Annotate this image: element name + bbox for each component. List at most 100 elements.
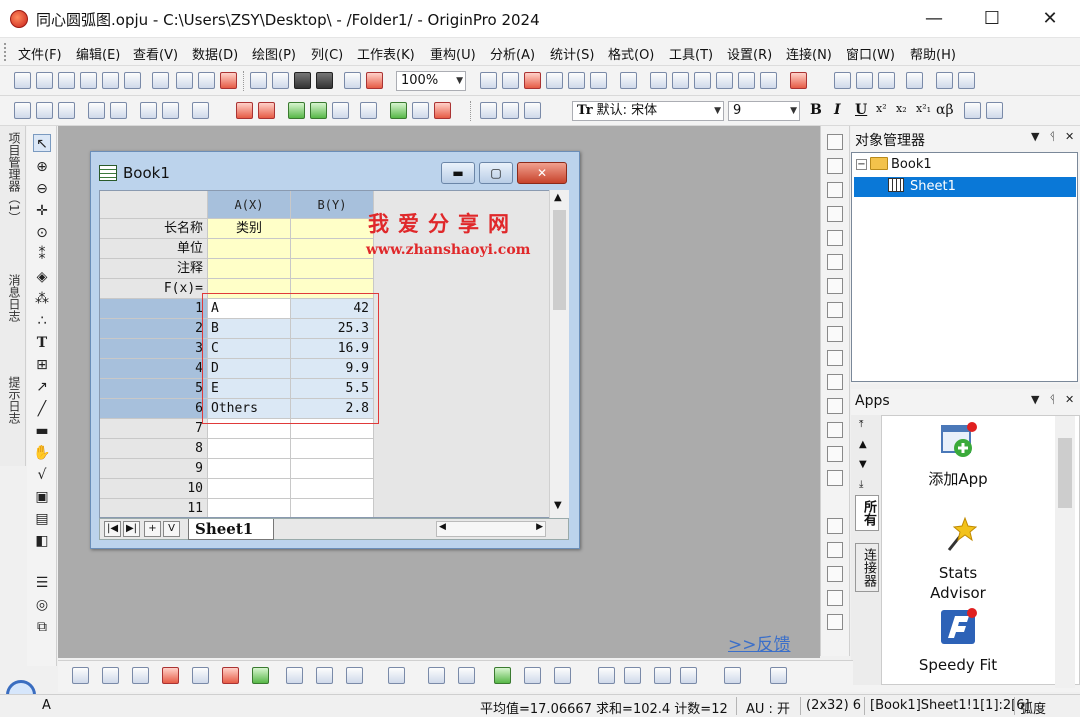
- equation-tool-icon[interactable]: √: [33, 466, 51, 484]
- new-layout-icon[interactable]: [124, 72, 141, 89]
- data-cell-a[interactable]: [208, 479, 291, 499]
- menu-window[interactable]: 窗口(W): [846, 44, 895, 63]
- first-sheet-button[interactable]: |◀: [104, 521, 121, 537]
- template-library-icon[interactable]: [654, 667, 671, 684]
- export-icon[interactable]: [524, 72, 541, 89]
- save-project-icon[interactable]: [294, 72, 311, 89]
- axis-break-icon[interactable]: [724, 667, 741, 684]
- graph-options-icon[interactable]: [770, 667, 787, 684]
- data-reader-icon[interactable]: ⊙: [33, 224, 51, 242]
- row-number[interactable]: 7: [100, 419, 208, 439]
- scroll-thumb[interactable]: [553, 210, 566, 310]
- bold-button[interactable]: B: [810, 102, 822, 118]
- row-number[interactable]: 10: [100, 479, 208, 499]
- insert-stacked-icon[interactable]: ⧉: [33, 618, 51, 636]
- tab-apps-connectors[interactable]: 连接器: [855, 543, 879, 592]
- worksheet-script-icon[interactable]: [412, 102, 429, 119]
- layer-tool-icon[interactable]: [827, 134, 843, 150]
- app-add[interactable]: 添加App: [898, 422, 1018, 489]
- increase-font-icon[interactable]: [964, 102, 981, 119]
- align-middle-icon[interactable]: [827, 398, 843, 414]
- paste-icon[interactable]: [524, 102, 541, 119]
- ungroup-icon[interactable]: [827, 590, 843, 606]
- new-graph-icon[interactable]: [58, 72, 75, 89]
- text-tool-icon[interactable]: T: [33, 334, 51, 352]
- close-icon[interactable]: ✕: [1065, 393, 1074, 406]
- recalculate-icon[interactable]: [344, 72, 361, 89]
- import-icon[interactable]: [176, 72, 193, 89]
- front-icon[interactable]: [827, 518, 843, 534]
- data-connector-icon[interactable]: [694, 72, 711, 89]
- scatter-icon[interactable]: ∴: [33, 312, 51, 330]
- copy-icon[interactable]: [502, 102, 519, 119]
- scale-tool-icon[interactable]: [827, 182, 843, 198]
- row-number[interactable]: 8: [100, 439, 208, 459]
- menu-data[interactable]: 数据(D): [192, 44, 238, 63]
- last-sheet-button[interactable]: ▶|: [123, 521, 140, 537]
- open-template-icon[interactable]: [272, 72, 289, 89]
- panel-menu-icon[interactable]: ▼: [1031, 130, 1039, 143]
- minimize-button[interactable]: —: [908, 0, 960, 38]
- copy-page-icon[interactable]: [502, 72, 519, 89]
- menu-view[interactable]: 查看(V): [133, 44, 178, 63]
- greek-button[interactable]: αβ: [936, 102, 954, 118]
- area-plot-icon[interactable]: [252, 667, 269, 684]
- menu-statistics[interactable]: 统计(S): [550, 44, 594, 63]
- statistics-icon[interactable]: [834, 72, 851, 89]
- menu-help[interactable]: 帮助(H): [910, 44, 956, 63]
- column-props-icon[interactable]: [332, 102, 349, 119]
- column-header-b[interactable]: B(Y): [291, 191, 374, 219]
- multi-panel-icon[interactable]: [192, 667, 209, 684]
- tab-message-log[interactable]: 消息日志: [3, 274, 23, 322]
- remove-layer-icon[interactable]: [110, 102, 127, 119]
- column-green-icon[interactable]: [288, 102, 305, 119]
- close-button[interactable]: ✕: [1024, 0, 1076, 38]
- row-number[interactable]: 4: [100, 359, 208, 379]
- open-icon[interactable]: [250, 72, 267, 89]
- mask-icon[interactable]: [390, 102, 407, 119]
- data-cell-a[interactable]: [208, 459, 291, 479]
- status-au[interactable]: AU : 开: [746, 698, 790, 717]
- column-green2-icon[interactable]: [310, 102, 327, 119]
- collapse-icon[interactable]: −: [856, 159, 867, 170]
- data-cell-b[interactable]: [291, 499, 374, 517]
- menu-settings[interactable]: 设置(R): [727, 44, 772, 63]
- scroll-down-icon[interactable]: ▼: [859, 459, 867, 470]
- apps-icon[interactable]: [650, 72, 667, 89]
- row-number[interactable]: 2: [100, 319, 208, 339]
- worksheet-vertical-scrollbar[interactable]: ▲ ▼: [549, 190, 569, 518]
- menu-connect[interactable]: 连接(N): [786, 44, 832, 63]
- scroll-bottom-icon[interactable]: ⤓: [859, 479, 863, 490]
- menu-file[interactable]: 文件(F): [18, 44, 62, 63]
- align-top-icon[interactable]: [827, 374, 843, 390]
- menu-plot[interactable]: 绘图(P): [252, 44, 296, 63]
- project-explorer-icon[interactable]: [620, 72, 637, 89]
- same-height-icon[interactable]: [827, 470, 843, 486]
- new-function-icon[interactable]: [102, 72, 119, 89]
- pin-icon[interactable]: [162, 102, 179, 119]
- group-icon[interactable]: [827, 566, 843, 582]
- column-plot-icon[interactable]: [162, 667, 179, 684]
- extract-icon[interactable]: [434, 102, 451, 119]
- arrow-tool-icon[interactable]: ↗: [33, 378, 51, 396]
- insert-image-icon[interactable]: ▤: [33, 510, 51, 528]
- grid-tool-icon[interactable]: [827, 278, 843, 294]
- align-center-icon[interactable]: [827, 326, 843, 342]
- save-template-icon[interactable]: [316, 72, 333, 89]
- filter-icon[interactable]: [58, 102, 75, 119]
- ternary-icon[interactable]: [458, 667, 475, 684]
- zoom-in-icon[interactable]: ⊕: [33, 158, 51, 176]
- column-chart-icon[interactable]: [958, 72, 975, 89]
- scroll-up-icon[interactable]: ▲: [554, 192, 562, 203]
- superscript-icon[interactable]: x²: [876, 102, 887, 115]
- data-cell-b[interactable]: [291, 479, 374, 499]
- origin-app-icon[interactable]: [10, 10, 28, 28]
- tree-sheet1[interactable]: Sheet1: [854, 177, 1076, 197]
- menu-column[interactable]: 列(C): [311, 44, 343, 63]
- corner-cell[interactable]: [100, 191, 208, 219]
- contour-icon[interactable]: [428, 667, 445, 684]
- row-number[interactable]: 11: [100, 499, 208, 517]
- underline-button[interactable]: U: [855, 102, 867, 118]
- new-workbook-icon[interactable]: [36, 72, 53, 89]
- pin-icon[interactable]: ᛩ: [1049, 130, 1056, 143]
